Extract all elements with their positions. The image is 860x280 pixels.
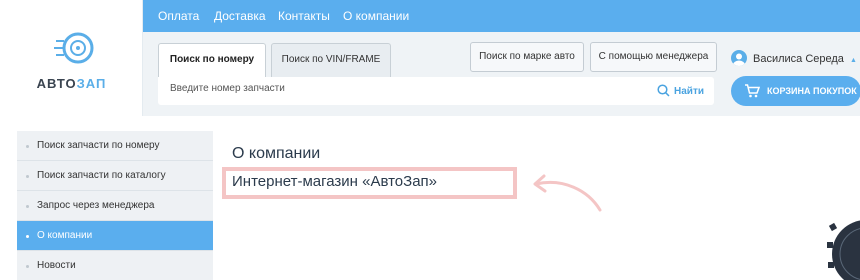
sidebar-item-label: Новости [37, 260, 76, 271]
find-button[interactable]: Найти [657, 84, 704, 97]
bullet-icon [26, 175, 29, 178]
logo-text: АВТОЗАП [36, 76, 107, 91]
cart-icon [745, 84, 760, 98]
tab-search-by-vin[interactable]: Поиск по VIN/FRAME [271, 43, 391, 77]
nav-contacts[interactable]: Контакты [278, 9, 330, 23]
sidebar-item-about[interactable]: О компании [17, 221, 213, 251]
sidebar-item-search-by-number[interactable]: Поиск запчасти по номеру [17, 131, 213, 161]
cart-button[interactable]: КОРЗИНА ПОКУПОК [731, 76, 860, 106]
company-name: Интернет-магазин «АвтоЗап» [232, 173, 438, 190]
wheel-logo-icon [54, 32, 94, 64]
search-bar: Найти [158, 77, 714, 105]
search-with-manager-button[interactable]: С помощью менеджера [590, 42, 717, 72]
sidebar: Поиск запчасти по номеру Поиск запчасти … [17, 131, 213, 280]
sidebar-item-label: Поиск запчасти по каталогу [37, 170, 166, 181]
bullet-icon [26, 145, 29, 148]
sidebar-item-label: Запрос через менеджера [37, 200, 155, 211]
user-menu[interactable]: Василиса Середа ▲ [731, 50, 857, 66]
page-title: О компании [232, 145, 321, 162]
user-icon [733, 53, 745, 66]
avatar [731, 50, 747, 66]
logo[interactable]: АВТОЗАП [0, 0, 143, 116]
gear-badge-icon [827, 220, 860, 280]
caret-up-icon: ▲ [850, 57, 857, 64]
nav-delivery[interactable]: Доставка [214, 9, 266, 23]
sidebar-item-news[interactable]: Новости [17, 251, 213, 280]
curved-arrow-icon [533, 174, 602, 212]
find-button-label: Найти [674, 86, 704, 97]
bullet-icon [26, 265, 29, 268]
tab-search-by-number[interactable]: Поиск по номеру [158, 43, 266, 77]
sidebar-item-search-by-catalog[interactable]: Поиск запчасти по каталогу [17, 161, 213, 191]
top-nav: Оплата Доставка Контакты О компании [143, 0, 860, 32]
search-by-brand-button[interactable]: Поиск по марке авто [470, 42, 584, 72]
cart-label: КОРЗИНА ПОКУПОК [767, 86, 857, 96]
nav-payment[interactable]: Оплата [158, 9, 199, 23]
nav-about[interactable]: О компании [343, 9, 409, 23]
sidebar-item-label: О компании [37, 230, 93, 241]
sidebar-item-manager-request[interactable]: Запрос через менеджера [17, 191, 213, 221]
user-name: Василиса Середа [753, 53, 844, 65]
sidebar-item-label: Поиск запчасти по номеру [37, 140, 160, 151]
part-number-input[interactable] [170, 83, 570, 94]
bullet-icon [26, 205, 29, 208]
search-icon [657, 84, 670, 97]
bullet-icon [26, 235, 29, 238]
header: Поиск по номеру Поиск по VIN/FRAME Поиск… [143, 32, 860, 116]
